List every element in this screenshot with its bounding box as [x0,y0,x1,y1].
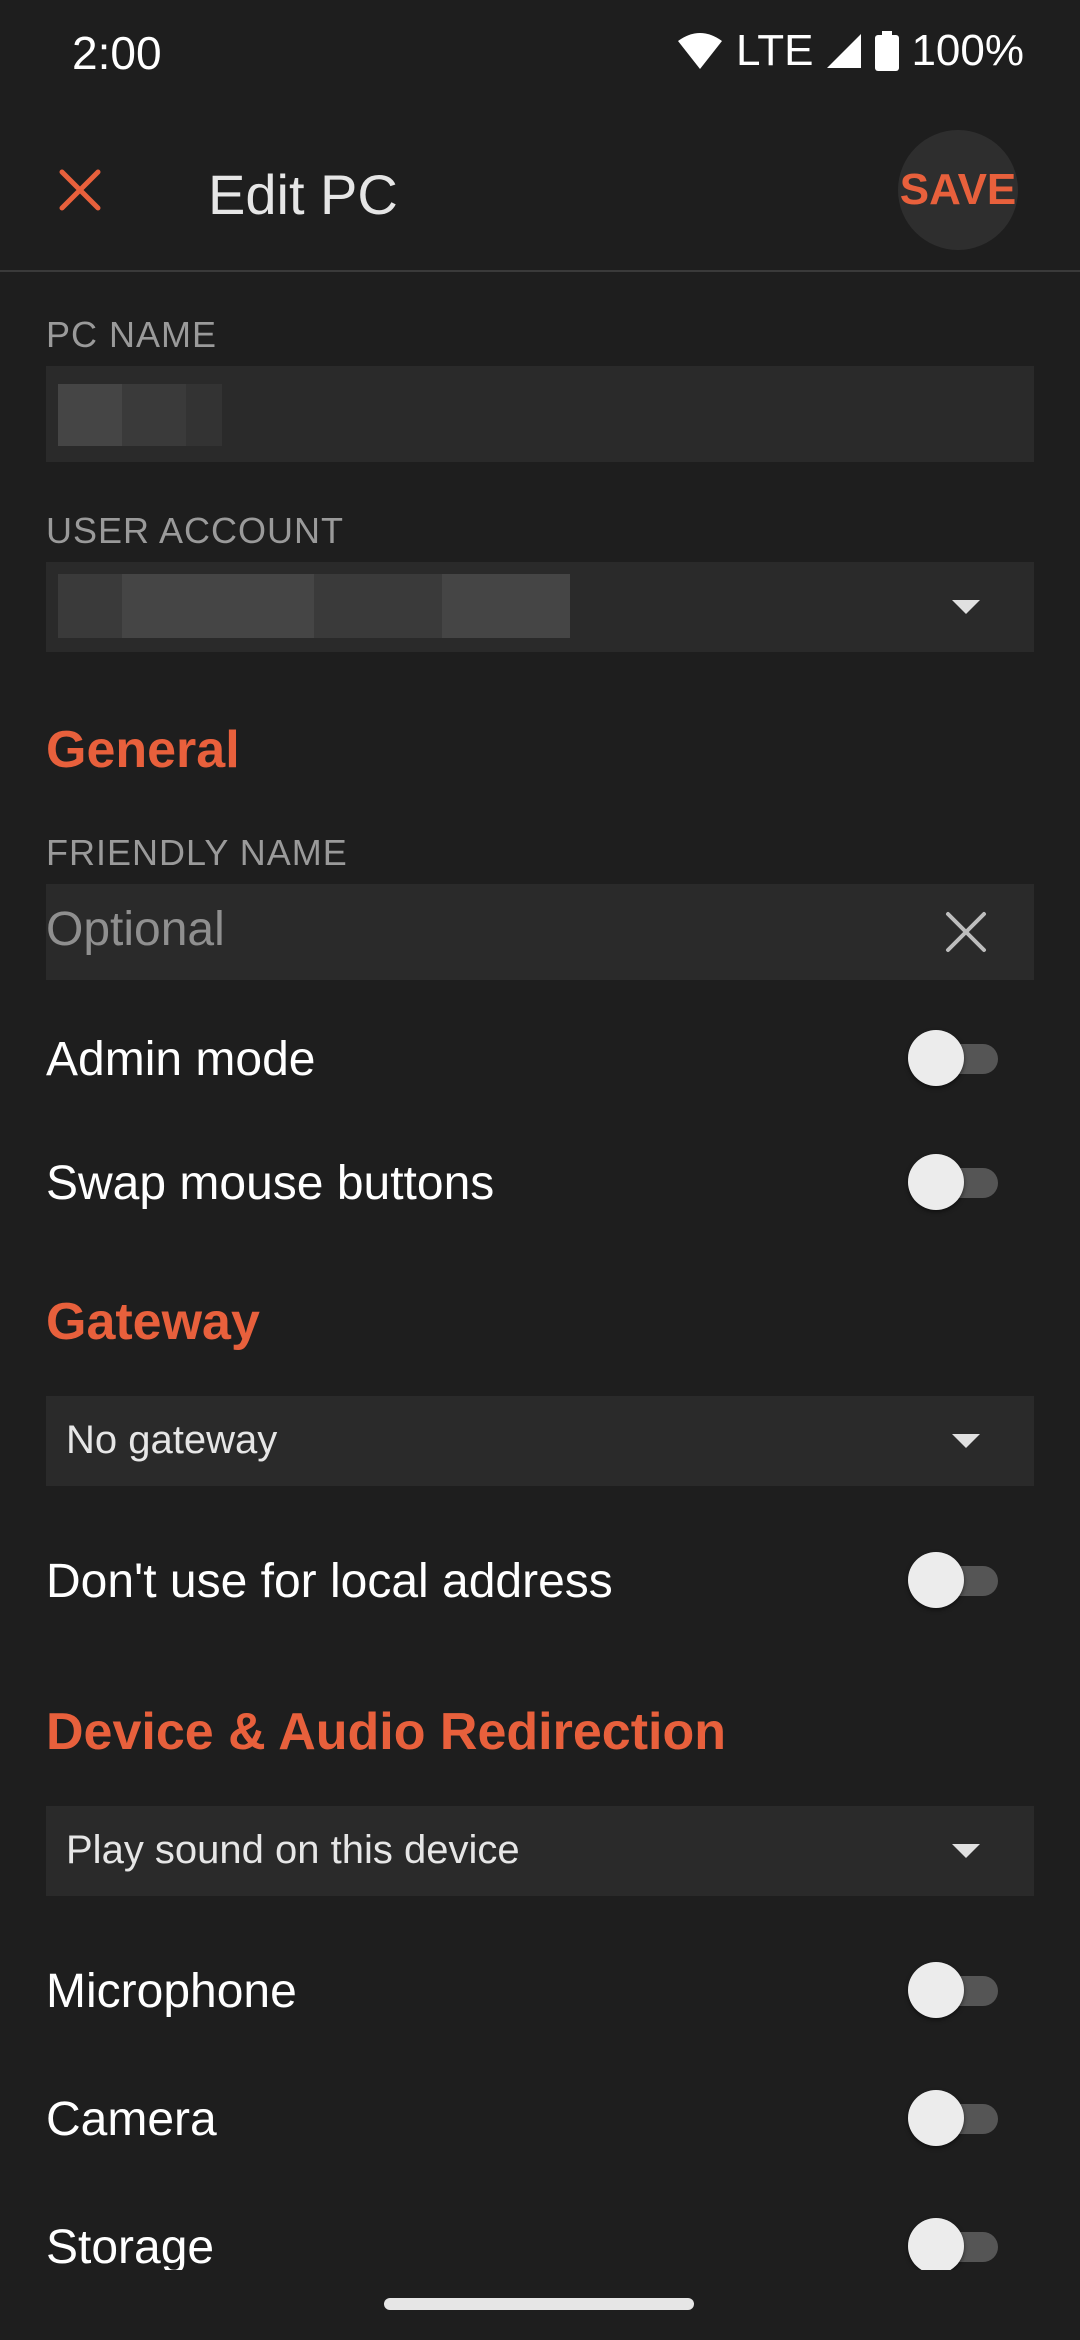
close-button[interactable] [40,150,120,230]
toggle-thumb [908,2090,964,2146]
friendly-name-input[interactable]: Optional [46,884,1034,980]
battery-level: 100% [911,26,1024,75]
gateway-selected-value: No gateway [66,1418,278,1462]
status-bar: 2:00 LTE 100% [0,0,1080,110]
toggle-thumb [908,1552,964,1608]
camera-label: Camera [46,2093,217,2146]
user-account-select[interactable] [46,562,1034,652]
section-heading-general: General [46,721,240,779]
chevron-down-icon [952,1844,980,1858]
swap-mouse-label: Swap mouse buttons [46,1157,495,1210]
form-scroll-area[interactable]: PC NAME USER ACCOUNT General FRIENDLY NA… [0,272,1080,2270]
storage-toggle[interactable] [908,2216,1000,2270]
sound-selected-value: Play sound on this device [66,1828,520,1872]
status-time: 2:00 [72,27,162,79]
redacted-text [58,384,122,446]
chevron-down-icon [952,600,980,614]
storage-label: Storage [46,2221,215,2270]
gateway-select[interactable]: No gateway [46,1396,1034,1486]
friendly-name-placeholder: Optional [46,903,225,956]
chevron-down-icon [952,1434,980,1448]
app-bar: Edit PC SAVE [0,110,1080,272]
sound-select[interactable]: Play sound on this device [46,1806,1034,1896]
wifi-icon [678,33,723,69]
camera-toggle[interactable] [908,2088,1000,2148]
redacted-text [58,574,122,638]
pc-name-input[interactable] [46,366,1034,462]
network-type: LTE [736,26,814,75]
toggle-thumb [908,1962,964,2018]
home-indicator[interactable] [384,2298,694,2310]
admin-mode-label: Admin mode [46,1033,316,1086]
redacted-text [122,384,186,446]
status-icons: LTE 100% [676,26,1024,76]
save-button[interactable]: SAVE [898,130,1018,250]
redacted-text [186,384,222,446]
close-icon [59,169,101,211]
friendly-name-label: FRIENDLY NAME [46,832,348,873]
user-account-label: USER ACCOUNT [46,510,345,551]
redacted-text [314,574,442,638]
redacted-text [442,574,570,638]
battery-icon [875,31,900,71]
pc-name-label: PC NAME [46,314,218,355]
section-heading-redirection: Device & Audio Redirection [46,1703,726,1761]
toggle-thumb [908,1154,964,1210]
microphone-toggle[interactable] [908,1960,1000,2020]
toggle-thumb [908,1030,964,1086]
toggle-thumb [908,2218,964,2270]
signal-icon [827,34,862,68]
swap-mouse-toggle[interactable] [908,1152,1000,1212]
page-title: Edit PC [208,163,398,226]
section-heading-gateway: Gateway [46,1293,260,1351]
admin-mode-toggle[interactable] [908,1028,1000,1088]
clear-icon[interactable] [940,906,992,958]
redacted-text [122,574,314,638]
microphone-label: Microphone [46,1965,297,2018]
local-address-label: Don't use for local address [46,1555,613,1608]
local-address-toggle[interactable] [908,1550,1000,1610]
